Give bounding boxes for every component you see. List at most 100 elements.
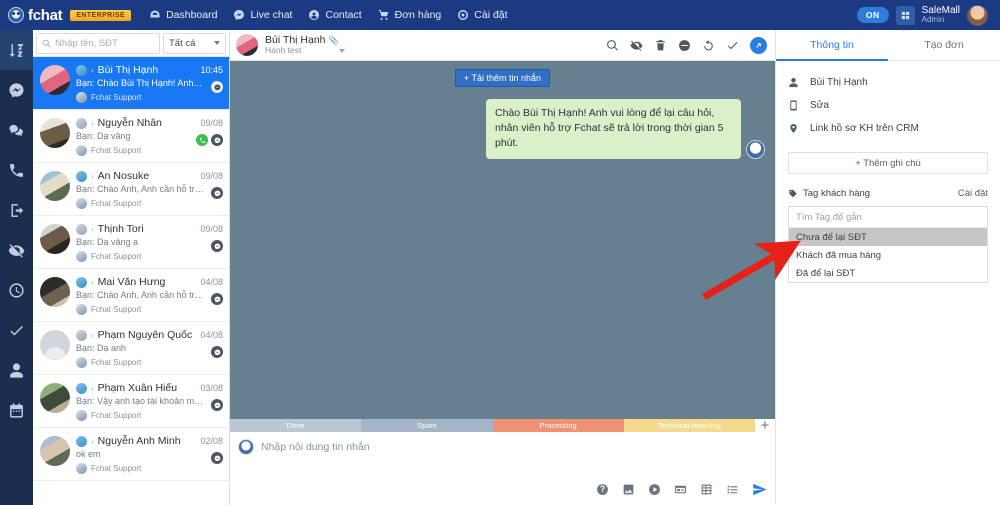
add-status-tab-button[interactable]: + [755, 417, 775, 434]
brand-name: fchat [28, 6, 63, 24]
customer-name: Bùi Thị Hạnh [810, 77, 868, 88]
tab-thong-tin[interactable]: Thông tin [776, 30, 888, 61]
video-icon[interactable] [648, 483, 661, 496]
status-tab-done[interactable]: Done [230, 419, 362, 432]
source-page-icon [76, 170, 87, 182]
search-box[interactable] [36, 32, 160, 54]
conversation-time: 04/08 [200, 277, 223, 287]
conversation-item-4[interactable]: › Mai Văn Hưng 04/08 Bạn: Chào Anh, Anh … [33, 269, 229, 322]
trash-icon[interactable] [654, 39, 667, 52]
nav-item-cai-dat[interactable]: Cài đặt [457, 9, 508, 21]
logout-icon [11, 203, 24, 217]
source-page-icon [76, 382, 87, 394]
rail-item-sort-az[interactable] [0, 30, 33, 70]
conversation-item-6[interactable]: › Phạm Xuân Hiếu 03/08 Bạn: Vậy anh tạo … [33, 375, 229, 428]
page-tag-icon [76, 251, 87, 262]
conversation-badges [196, 134, 223, 146]
table-icon[interactable] [700, 483, 713, 496]
open-external-icon[interactable] [750, 36, 767, 54]
tag-option-khach-da-mua-hang[interactable]: Khách đã mua hàng [789, 246, 987, 264]
rail-item-chats[interactable] [0, 110, 33, 150]
chat-contact-subtitle: Hạnh test [265, 45, 302, 56]
tab-tao-don[interactable]: Tạo đơn [888, 30, 1000, 60]
tag-option-da-de-lai-sdt[interactable]: Đã để lại SĐT [789, 264, 987, 282]
rail-item-history[interactable] [0, 270, 33, 310]
conversation-item-3[interactable]: › Thịnh Tori 09/08 Bạn: Dạ vâng a Fchat … [33, 216, 229, 269]
message-composer [230, 432, 775, 505]
conversation-item-7[interactable]: › Nguyễn Anh Minh 02/08 ok em Fchat Supp… [33, 428, 229, 481]
conversation-page-tag: Fchat Support [91, 305, 142, 314]
conversation-item-0[interactable]: › Bùi Thị Hạnh 10:45 Bạn: Chào Bùi Thị H… [33, 57, 229, 110]
tag-settings-link[interactable]: Cài đặt [958, 188, 988, 199]
conversation-badges [211, 81, 223, 93]
nav-item-don-hang[interactable]: Đơn hàng [378, 9, 441, 21]
rail-item-logout[interactable] [0, 190, 33, 230]
conversation-badges [211, 346, 223, 358]
nav-item-dashboard[interactable]: Dashboard [149, 9, 217, 21]
rail-item-done[interactable] [0, 310, 33, 350]
card-icon[interactable] [674, 483, 687, 496]
conversation-page-tag: Fchat Support [91, 199, 142, 208]
load-more-messages-button[interactable]: + Tải thêm tin nhắn [454, 69, 551, 87]
conversation-preview: Bạn: Chào Anh, Anh cần hỗ trợ ... [76, 290, 204, 300]
list-icon[interactable] [726, 483, 739, 496]
conversation-item-1[interactable]: › Nguyễn Nhân 09/08 Bạn: Dạ vâng Fchat S… [33, 110, 229, 163]
enterprise-badge: ENTERPRISE [70, 9, 132, 21]
account-avatar[interactable] [967, 4, 988, 26]
avatar [40, 383, 70, 413]
rail-item-phone[interactable] [0, 150, 33, 190]
conversation-name: Bùi Thị Hạnh [97, 64, 159, 76]
rail-item-hidden[interactable] [0, 230, 33, 270]
conversation-filter-dropdown[interactable]: Tất cả [163, 32, 226, 54]
status-tab-technical-reporting[interactable]: Technical reporting [623, 419, 755, 432]
conversation-item-2[interactable]: › An Nosuke 09/08 Bạn: Chào Anh, Anh cần… [33, 163, 229, 216]
add-note-button[interactable]: + Thêm ghi chú [788, 152, 988, 174]
load-more-row: + Tải thêm tin nhắn [240, 69, 765, 87]
fchat-robot-logo-icon [8, 7, 24, 23]
source-page-icon [76, 435, 87, 447]
conversation-time: 09/08 [200, 118, 223, 128]
status-tab-spam[interactable]: Spam [361, 419, 493, 432]
help-icon[interactable] [596, 483, 609, 496]
messenger-badge-icon [211, 81, 223, 93]
page-tag-icon [76, 463, 87, 474]
conversation-page-tag: Fchat Support [91, 411, 142, 420]
chat-contact-subtitle-row[interactable]: Hạnh test [265, 45, 346, 56]
conversation-item-5[interactable]: › Phạm Nguyên Quốc 04/08 Bạn: Dạ anh Fch… [33, 322, 229, 375]
info-row-phone[interactable]: Sửa [788, 94, 988, 117]
image-icon[interactable] [622, 483, 635, 496]
tag-option-chua-de-lai-sdt[interactable]: Chưa để lại SĐT [789, 228, 987, 246]
account-menu[interactable]: SaleMall Admin [922, 5, 960, 25]
tag-search-placeholder[interactable]: Tìm Tag để gắn [789, 207, 987, 228]
check-icon[interactable] [726, 39, 739, 52]
rail-item-calendar[interactable] [0, 390, 33, 430]
page-tag-icon [76, 198, 87, 209]
apps-grid-icon[interactable] [895, 5, 915, 25]
status-tab-processing[interactable]: Processing [492, 419, 624, 432]
nav-item-live-chat[interactable]: Live chat [233, 9, 292, 21]
conversation-list[interactable]: › Bùi Thị Hạnh 10:45 Bạn: Chào Bùi Thị H… [33, 57, 229, 505]
eye-off-icon[interactable] [630, 39, 643, 52]
message-bubble: Chào Bùi Thị Hạnh! Anh vui lòng để lại c… [486, 99, 741, 159]
status-tabs-bar: Done Spam Processing Technical reporting… [230, 417, 775, 434]
nav-item-contact[interactable]: Contact [308, 9, 362, 21]
rail-item-person[interactable] [0, 350, 33, 390]
chat-contact-info: Bùi Thị Hạnh 📎 Hạnh test [265, 34, 346, 56]
composer-input[interactable] [261, 441, 767, 453]
rail-item-messenger[interactable] [0, 70, 33, 110]
chat-toolbar [606, 36, 767, 54]
block-icon[interactable] [678, 39, 691, 52]
avatar [40, 330, 70, 360]
online-status-toggle[interactable]: ON [856, 7, 889, 23]
search-icon[interactable] [606, 39, 619, 52]
history-icon[interactable] [702, 39, 715, 52]
phone-badge-icon [196, 134, 208, 146]
conversation-badges [211, 187, 223, 199]
conversation-name: Phạm Nguyên Quốc [97, 329, 193, 341]
conversation-name: Phạm Xuân Hiếu [97, 382, 178, 394]
info-row-crm-link[interactable]: Link hồ sơ KH trên CRM [788, 117, 988, 140]
brand-logo-group[interactable]: fchat ENTERPRISE [8, 6, 132, 24]
conversation-time: 04/08 [200, 330, 223, 340]
send-icon[interactable] [752, 482, 767, 497]
search-input[interactable] [55, 37, 154, 49]
